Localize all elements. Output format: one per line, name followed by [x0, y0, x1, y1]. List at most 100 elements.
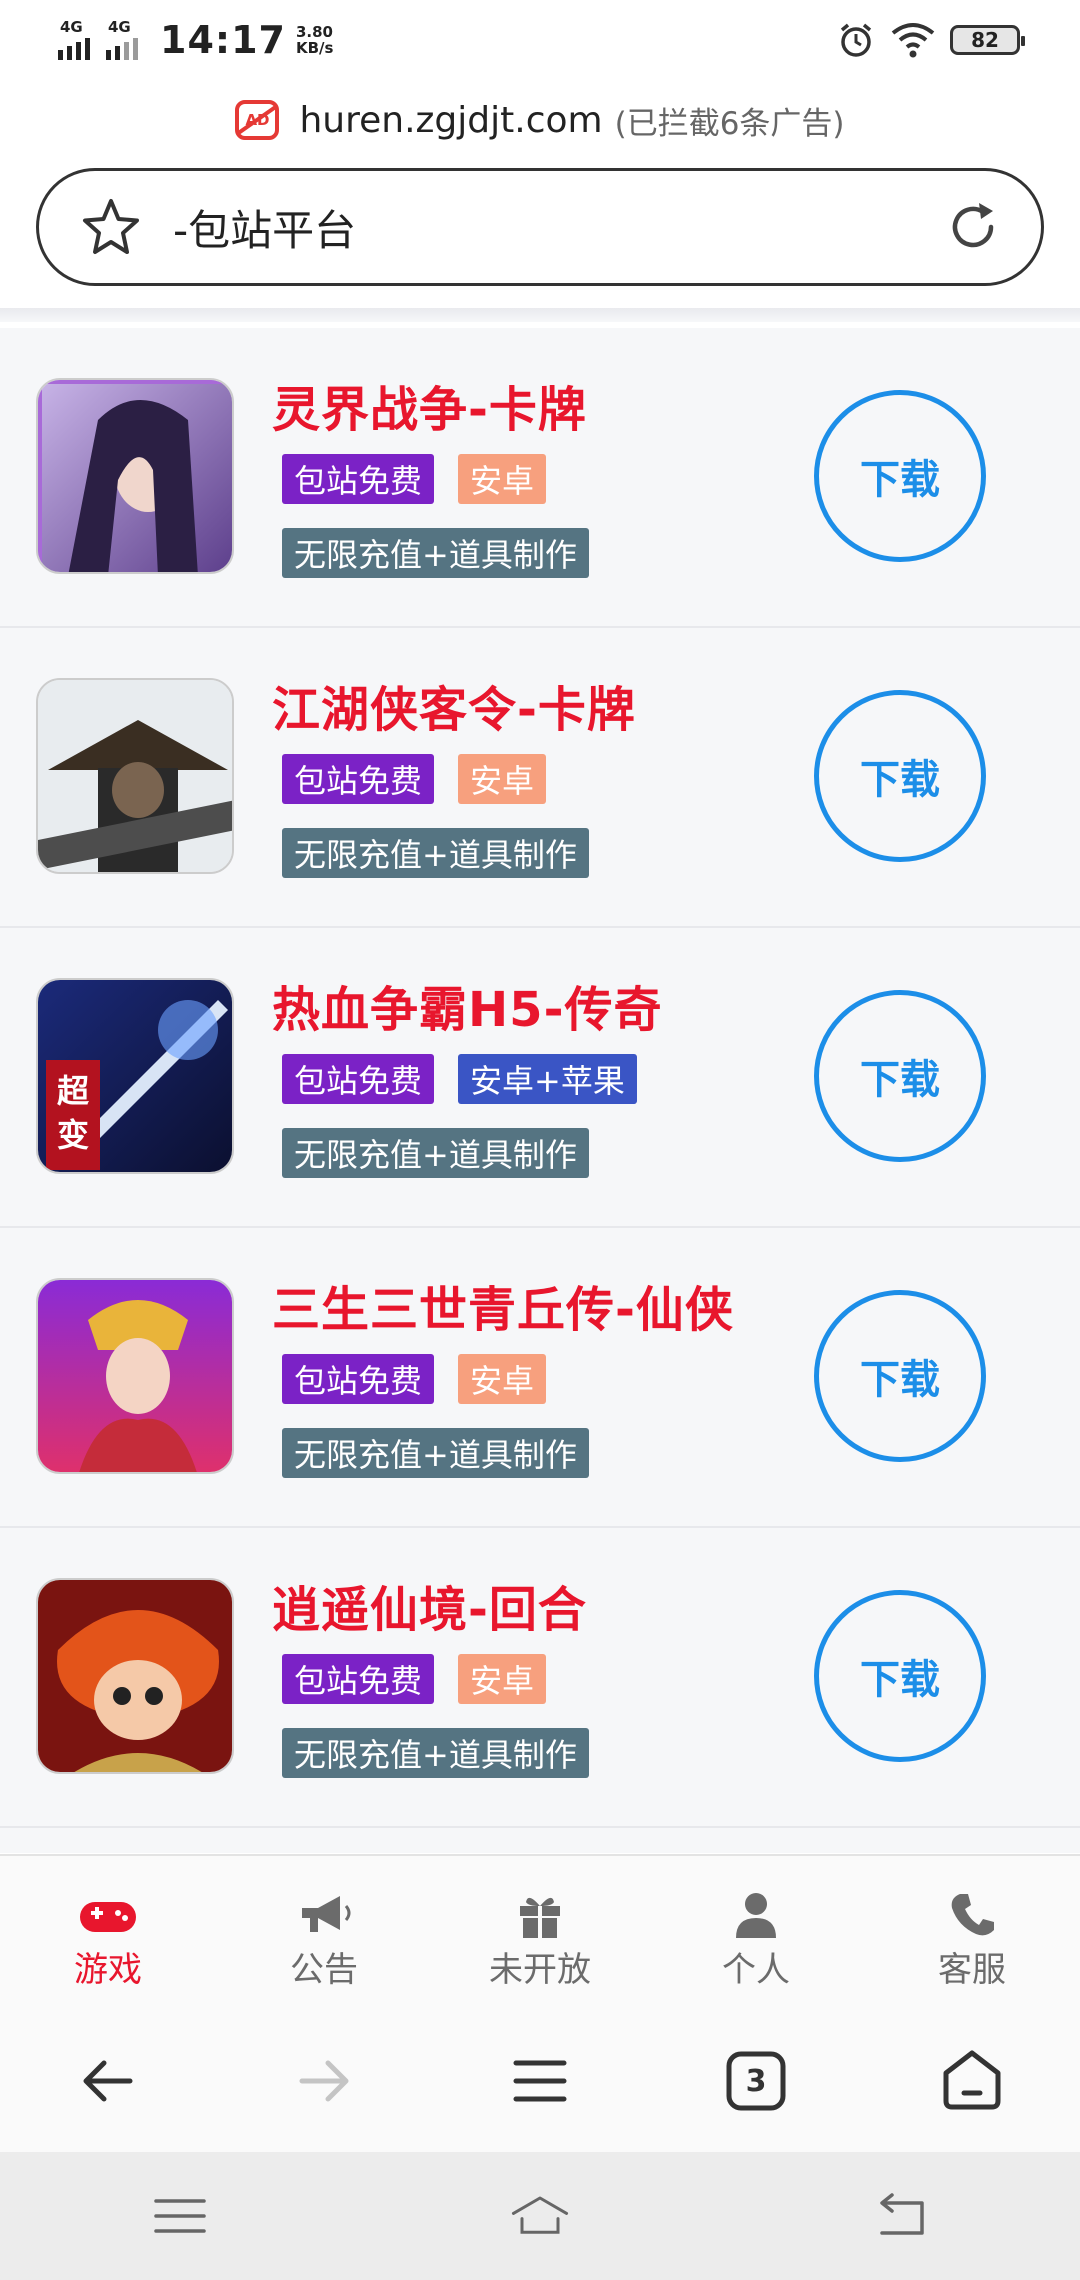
gift-icon	[520, 1897, 560, 1938]
free-tag: 包站免费	[282, 454, 435, 504]
tab-announcements[interactable]: 公告	[216, 1856, 432, 2010]
game-thumbnail[interactable]	[36, 1278, 234, 1474]
bookmark-star-icon[interactable]	[79, 195, 143, 259]
thumbnail-label-2: 变	[57, 1116, 89, 1154]
download-button[interactable]: 下载	[814, 1590, 986, 1762]
address-bar[interactable]: -包站平台	[36, 168, 1044, 286]
game-row[interactable]: 江湖侠客令-卡牌 包站免费 安卓 无限充值+道具制作 下载	[0, 628, 1080, 928]
tag-group: 包站免费 安卓	[282, 454, 547, 504]
download-button[interactable]: 下载	[814, 990, 986, 1162]
game-art-image	[38, 380, 232, 572]
back-button[interactable]	[63, 2036, 153, 2126]
tab-label: 客服	[938, 1950, 1006, 1990]
clock: 14:17	[160, 18, 286, 62]
tab-label: 未开放	[489, 1950, 591, 1990]
game-title[interactable]: 热血争霸H5-传奇	[272, 970, 663, 1040]
free-tag: 包站免费	[282, 1354, 435, 1404]
platform-tag: 安卓+苹果	[458, 1054, 637, 1104]
game-thumbnail[interactable]	[36, 1578, 234, 1774]
tab-label: 公告	[290, 1950, 358, 1990]
game-title[interactable]: 灵界战争-卡牌	[272, 370, 587, 440]
game-art-image	[38, 680, 232, 872]
network-speed: 3.80 KB/s	[296, 24, 333, 56]
tag-group: 包站免费 安卓+苹果	[282, 1054, 637, 1104]
platform-tag: 安卓	[458, 1354, 547, 1404]
signal-2: 4G	[106, 18, 142, 60]
free-tag: 包站免费	[282, 1654, 435, 1704]
system-back-icon[interactable]	[870, 2189, 930, 2243]
megaphone-icon	[302, 1896, 351, 1932]
tab-customer-service[interactable]: 客服	[864, 1856, 1080, 2010]
feature-tag: 无限充值+道具制作	[282, 528, 589, 578]
feature-tag: 无限充值+道具制作	[282, 1728, 589, 1778]
game-thumbnail[interactable]	[36, 378, 234, 574]
home-button[interactable]	[927, 2036, 1017, 2126]
game-title[interactable]: 江湖侠客令-卡牌	[272, 670, 636, 740]
download-button[interactable]: 下载	[814, 690, 986, 862]
system-nav-bar	[0, 2152, 1080, 2280]
game-list: 灵界战争-卡牌 包站免费 安卓 无限充值+道具制作 下载 江湖侠客令-卡牌 包站…	[0, 328, 1080, 1853]
ads-blocked-note: (已拦截6条广告)	[614, 105, 845, 142]
status-bar: 4G 4G 14:17 3.80 KB/s 82	[0, 0, 1080, 80]
refresh-icon[interactable]	[945, 199, 1001, 255]
battery-indicator: 82	[950, 25, 1025, 55]
content-divider	[0, 308, 1080, 322]
game-title[interactable]: 逍遥仙境-回合	[272, 1570, 587, 1640]
game-row[interactable]: 灵界战争-卡牌 包站免费 安卓 无限充值+道具制作 下载	[0, 328, 1080, 628]
system-home-icon[interactable]	[510, 2189, 570, 2243]
status-right: 82	[836, 20, 1025, 60]
free-tag: 包站免费	[282, 754, 435, 804]
network-type-1: 4G	[60, 18, 83, 36]
signal-bars-icon	[58, 38, 94, 60]
download-button[interactable]: 下载	[814, 1290, 986, 1462]
url-domain[interactable]: huren.zgjdjt.com	[299, 100, 602, 141]
forward-button[interactable]	[279, 2036, 369, 2126]
download-button[interactable]: 下载	[814, 390, 986, 562]
home-icon	[943, 2050, 1001, 2110]
thumbnail-label-1: 超	[57, 1072, 90, 1110]
phone-icon	[951, 1894, 994, 1936]
tab-not-open[interactable]: 未开放	[432, 1856, 648, 2010]
signal-bars-icon	[106, 38, 142, 60]
game-title[interactable]: 三生三世青丘传-仙侠	[272, 1270, 734, 1340]
tag-group: 包站免费 安卓	[282, 1354, 547, 1404]
platform-tag: 安卓	[458, 454, 547, 504]
game-row[interactable]: 超 变 热血争霸H5-传奇 包站免费 安卓+苹果 无限充值+道具制作 下载	[0, 928, 1080, 1228]
page-title[interactable]: -包站平台	[173, 197, 945, 258]
tab-profile[interactable]: 个人	[648, 1856, 864, 2010]
menu-icon	[513, 2060, 567, 2102]
user-icon	[736, 1893, 776, 1938]
url-line[interactable]: AD huren.zgjdjt.com (已拦截6条广告)	[0, 88, 1080, 152]
game-thumbnail[interactable]	[36, 678, 234, 874]
game-row[interactable]: 逍遥仙境-回合 包站免费 安卓 无限充值+道具制作 下载	[0, 1528, 1080, 1828]
feature-tag: 无限充值+道具制作	[282, 828, 589, 878]
feature-tag: 无限充值+道具制作	[282, 1128, 589, 1178]
signal-1: 4G	[58, 18, 94, 60]
game-art-image: 超 变	[38, 980, 232, 1172]
tag-group: 包站免费 安卓	[282, 754, 547, 804]
browser-toolbar: 3	[0, 2010, 1080, 2152]
gamepad-icon	[80, 1902, 136, 1932]
speed-value: 3.80	[295, 23, 333, 41]
tag-group: 包站免费 安卓	[282, 1654, 547, 1704]
free-tag: 包站免费	[282, 1054, 435, 1104]
ad-block-icon[interactable]: AD	[235, 100, 280, 140]
network-type-2: 4G	[108, 18, 131, 36]
arrow-right-icon	[299, 2060, 349, 2102]
speed-unit: KB/s	[295, 39, 334, 57]
feature-tag: 无限充值+道具制作	[282, 1428, 589, 1478]
tab-label: 游戏	[74, 1950, 142, 1990]
wifi-icon	[891, 23, 935, 58]
tabs-button[interactable]: 3	[711, 2036, 801, 2126]
platform-tag: 安卓	[458, 754, 547, 804]
platform-tag: 安卓	[458, 1654, 547, 1704]
menu-button[interactable]	[495, 2036, 585, 2126]
game-thumbnail[interactable]: 超 变	[36, 978, 234, 1174]
tab-count: 3	[745, 2063, 767, 2099]
recent-apps-icon[interactable]	[150, 2189, 210, 2243]
status-left: 4G 4G 14:17 3.80 KB/s	[58, 18, 333, 62]
alarm-icon	[840, 23, 872, 57]
tab-games[interactable]: 游戏	[0, 1856, 216, 2010]
game-art-image	[38, 1580, 232, 1772]
game-row[interactable]: 三生三世青丘传-仙侠 包站免费 安卓 无限充值+道具制作 下载	[0, 1228, 1080, 1528]
